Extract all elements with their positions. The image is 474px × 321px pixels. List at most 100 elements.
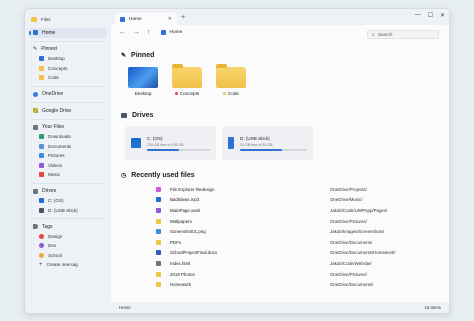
- usb-icon: [228, 137, 234, 149]
- sidebar-item-label: Tags: [42, 223, 53, 230]
- file-type-icon: [156, 197, 161, 203]
- forward-button[interactable]: →: [133, 29, 140, 36]
- recent-files-list: File Explorer Redesign OneDrive/Projects/…: [111, 184, 449, 290]
- address-text: Home: [169, 30, 183, 35]
- recent-file-row[interactable]: SchoolProjectFinal.docx OneDrive/Document…: [111, 248, 449, 259]
- sidebar-item-drive-c[interactable]: C: (OS): [25, 196, 111, 206]
- main-pane: Home ✕ + — ☐ ✕ ← → ↑ Home ⌕ Search ✎ Pin…: [111, 9, 449, 313]
- search-box[interactable]: ⌕ Search: [367, 30, 439, 39]
- recent-file-row[interactable]: PDFs OneDrive/Documents: [111, 237, 449, 248]
- file-path: OneDrive/Pictures/: [330, 271, 367, 277]
- file-path: OneDrive/Pictures/: [330, 218, 367, 224]
- files-window: Files Home ✎ Pinned Desktop Concepts Cod…: [24, 8, 450, 314]
- section-title: Pinned: [131, 52, 155, 59]
- sidebar-tag-school[interactable]: School: [25, 251, 111, 261]
- document-icon: [39, 143, 44, 149]
- pinned-label: Code: [228, 91, 239, 96]
- close-tab-icon[interactable]: ✕: [168, 16, 172, 22]
- recent-file-row[interactable]: Screenshot01.png Jakub/Images/Screenshots…: [111, 226, 449, 237]
- sidebar-item-pictures[interactable]: Pictures: [25, 151, 111, 161]
- sidebar-item-videos[interactable]: Videos: [25, 161, 111, 171]
- sidebar-item-label: Your Files: [42, 124, 65, 131]
- close-window-button[interactable]: ✕: [440, 12, 445, 19]
- pinned-label: Desktop: [134, 91, 152, 96]
- tab-home[interactable]: Home ✕: [115, 13, 177, 25]
- divider: [31, 85, 105, 87]
- file-type-icon: [156, 186, 161, 192]
- pinned-label: Concepts: [179, 91, 200, 96]
- sidebar-header-drives[interactable]: Drives: [25, 187, 111, 197]
- folder-icon: [39, 65, 44, 71]
- sidebar-item-desktop[interactable]: Desktop: [25, 54, 111, 64]
- sidebar-item-music[interactable]: Music: [25, 170, 111, 180]
- google-drive-icon: [33, 108, 38, 114]
- sidebar-item-documents[interactable]: Documents: [25, 142, 111, 152]
- pinned-concepts[interactable]: Concepts: [172, 64, 202, 96]
- maximize-button[interactable]: ☐: [428, 12, 433, 19]
- file-path: OneDrive/Projects/: [330, 186, 367, 192]
- video-icon: [39, 162, 44, 168]
- drive-capacity: 235 GB free of 476 GB: [147, 142, 184, 147]
- sidebar-create-tag[interactable]: + Create new tag: [25, 260, 111, 270]
- home-icon: [120, 16, 125, 22]
- drives-section: Drives C: (OS) 235 GB free of 476 GB D: …: [111, 112, 449, 160]
- windows-drive-icon: [131, 138, 141, 148]
- file-type-icon: [156, 260, 161, 266]
- plus-icon: +: [39, 261, 43, 268]
- new-tab-button[interactable]: +: [181, 14, 185, 21]
- recent-file-row[interactable]: 2019 Photos OneDrive/Pictures/: [111, 269, 449, 280]
- sidebar-item-drive-d[interactable]: D: (USB Stick): [25, 206, 111, 216]
- clock-icon: ◷: [121, 173, 127, 179]
- file-type-icon: [156, 218, 161, 224]
- tag-color-dot: [174, 92, 178, 95]
- sidebar-item-google-drive[interactable]: Google Drive: [25, 106, 111, 116]
- sidebar-header-your-files[interactable]: Your Files: [25, 123, 111, 133]
- sidebar-header-pinned[interactable]: ✎ Pinned: [25, 45, 111, 55]
- address-bar[interactable]: Home: [160, 30, 183, 35]
- up-button[interactable]: ↑: [147, 29, 151, 36]
- sidebar-tag-dev[interactable]: Dev: [25, 241, 111, 251]
- download-icon: [39, 134, 44, 140]
- sidebar-item-concepts[interactable]: Concepts: [25, 64, 111, 74]
- sidebar-item-label: Music: [48, 172, 60, 178]
- file-name: File Explorer Redesign: [170, 186, 215, 192]
- pinned-code[interactable]: Code: [216, 64, 246, 96]
- file-name: MainPage.xaml: [170, 207, 201, 213]
- pin-icon: ✎: [33, 46, 38, 53]
- tab-strip: Home ✕ + — ☐ ✕: [111, 9, 449, 25]
- sidebar-item-label: OneDrive: [42, 91, 64, 98]
- back-button[interactable]: ←: [119, 29, 126, 36]
- search-placeholder: Search: [377, 32, 393, 37]
- divider: [31, 118, 105, 120]
- drive-usage-bar: [240, 148, 307, 151]
- sidebar-item-label: Home: [42, 29, 56, 36]
- sidebar-item-onedrive[interactable]: OneDrive: [25, 90, 111, 100]
- sidebar-item-label: Concepts: [48, 65, 68, 71]
- window-controls: — ☐ ✕: [415, 12, 445, 19]
- file-path: Jakub/Code/Website/: [330, 260, 372, 266]
- drive-card-d[interactable]: D: (USB Stick) 24 GB free of 64 GB: [222, 126, 313, 160]
- sidebar-tag-design[interactable]: Design: [25, 232, 111, 242]
- recent-file-row[interactable]: Wallpapers OneDrive/Pictures/: [111, 216, 449, 227]
- recent-file-row[interactable]: File Explorer Redesign OneDrive/Projects/: [111, 184, 449, 195]
- sidebar-item-home[interactable]: Home: [29, 28, 107, 38]
- onedrive-icon: [33, 91, 38, 97]
- sidebar-item-downloads[interactable]: Downloads: [25, 132, 111, 142]
- recent-file-row[interactable]: Index.html Jakub/Code/Website/: [111, 258, 449, 269]
- sidebar-header-tags[interactable]: Tags: [25, 222, 111, 232]
- file-type-icon: [156, 229, 161, 235]
- sidebar-item-label: Create new tag: [46, 262, 78, 268]
- recent-file-row[interactable]: Homework OneDrive/Documents/: [111, 279, 449, 290]
- drive-card-c[interactable]: C: (OS) 235 GB free of 476 GB: [125, 126, 216, 160]
- minimize-button[interactable]: —: [415, 12, 421, 19]
- sidebar-item-label: D: (USB Stick): [48, 207, 78, 213]
- sidebar-item-label: School: [48, 252, 63, 258]
- recent-file-row[interactable]: MainPage.xaml Jakub/Code/UWPApp/Pages/: [111, 205, 449, 216]
- drive-icon: [121, 113, 127, 118]
- pinned-desktop[interactable]: Desktop: [128, 67, 158, 96]
- sidebar-item-label: Pictures: [48, 153, 65, 159]
- divider: [31, 40, 105, 42]
- status-bar: Home 16 items: [111, 302, 449, 313]
- sidebar-item-code[interactable]: Code: [25, 73, 111, 83]
- recent-file-row[interactable]: Badtideas.mp3 OneDrive/Music/: [111, 195, 449, 206]
